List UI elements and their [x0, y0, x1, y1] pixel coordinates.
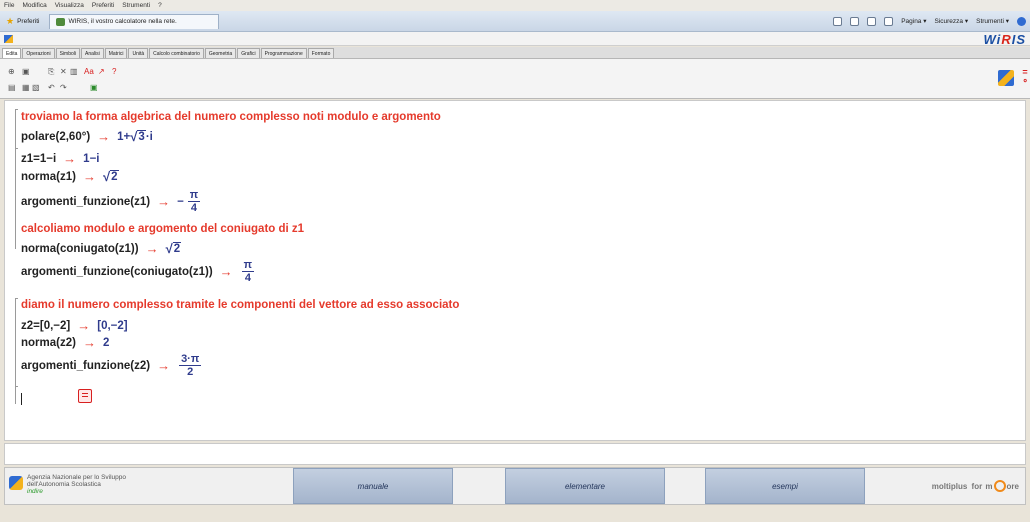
text-cursor — [21, 393, 22, 405]
tab-operazioni[interactable]: Operazioni — [22, 48, 55, 58]
tools-menu[interactable]: Strumenti ▾ — [976, 17, 1009, 25]
home-icon[interactable] — [833, 16, 843, 26]
tab-unita[interactable]: Unità — [128, 48, 149, 58]
redo-icon[interactable]: ↷ — [60, 83, 67, 92]
star-icon: ★ — [6, 15, 15, 26]
block-1b-bracket — [15, 148, 18, 248]
footer-bar: Agenzia Nazionale per lo Sviluppo dell'A… — [4, 467, 1026, 505]
expr-arg-z1[interactable]: argomenti_funzione(z1) → − π4 — [21, 189, 201, 214]
block-2-bracket — [15, 298, 18, 393]
copy-icon[interactable]: ⎘ — [48, 67, 54, 77]
menu-visualizza[interactable]: Visualizza — [55, 2, 84, 9]
browser-favorites-bar: ★ Preferiti WIRIS, il vostro calcolatore… — [0, 11, 1030, 32]
help-question-icon[interactable]: ? — [112, 67, 116, 76]
wiris-header: WiRIS — [0, 32, 1030, 47]
tab-formato[interactable]: Formato — [307, 48, 335, 58]
paste-icon[interactable]: ▥ — [70, 67, 78, 76]
copy-doc-icon[interactable]: ▧ — [32, 83, 40, 92]
mail-icon[interactable] — [867, 16, 877, 26]
page-icon — [56, 17, 66, 26]
wiris-toolbar: ⊕ ▣ ▤ ▦ ▧ ⎘ ✕ ▥ ↶ ↷ Aa ↗ ? ▣ = ∘ — [0, 59, 1030, 99]
wiris-small-icon — [4, 35, 13, 43]
wiris-logo: WiRIS — [983, 32, 1026, 47]
menu-preferiti[interactable]: Preferiti — [92, 2, 114, 9]
agency-line-3: indire — [27, 488, 43, 495]
browser-tab-title: WIRIS, il vostro calcolatore nella rete. — [68, 18, 177, 25]
help-icon[interactable] — [1017, 16, 1026, 26]
browser-tab[interactable]: WIRIS, il vostro calcolatore nella rete. — [49, 13, 220, 29]
save-icon[interactable]: ▣ — [22, 67, 30, 76]
esempi-button[interactable]: esempi — [705, 468, 865, 504]
wiris-tabs: Edita Operazioni Simboli Analisi Matrici… — [0, 47, 1030, 59]
wiris-document[interactable]: troviamo la forma algebrica del numero c… — [4, 100, 1026, 441]
undo-icon[interactable]: ↶ — [48, 83, 55, 92]
browser-menubar: File Modifica Visualizza Preferiti Strum… — [0, 0, 1030, 11]
security-menu[interactable]: Sicurezza ▾ — [935, 17, 969, 25]
comment-line-3: diamo il numero complesso tramite le com… — [21, 299, 460, 311]
favorites-button[interactable]: ★ Preferiti — [0, 16, 45, 27]
block-3-bracket — [15, 386, 18, 404]
elementare-button[interactable]: elementare — [505, 468, 665, 504]
menu-modifica[interactable]: Modifica — [22, 2, 46, 9]
window-bottom — [0, 507, 1030, 522]
favorites-label: Preferiti — [17, 17, 40, 25]
expr-polare[interactable]: polare(2,60°) → 1+ √ 3 ·i — [21, 129, 153, 144]
menu-strumenti[interactable]: Strumenti — [122, 2, 150, 9]
status-strip — [4, 443, 1026, 465]
open-icon[interactable]: ▤ — [8, 83, 16, 92]
tab-grafici[interactable]: Grafici — [237, 48, 260, 58]
print-doc-icon[interactable]: ▦ — [22, 83, 30, 92]
expr-arg-coniugato[interactable]: argomenti_funzione(coniugato(z1)) → π4 — [21, 259, 255, 284]
comment-line-2: calcoliamo modulo e argomento del coniug… — [21, 223, 305, 235]
ring-icon — [993, 480, 1006, 492]
agency-logo-icon — [9, 476, 23, 490]
wiris-cube-icon — [998, 70, 1014, 86]
agency-line-2: dell'Autonomia Scolastica — [27, 481, 101, 488]
comment-line-1: troviamo la forma algebrica del numero c… — [21, 111, 441, 123]
moltiplus-logo[interactable]: moltiplus for m ore — [932, 480, 1019, 492]
menu-file[interactable]: File — [4, 2, 14, 9]
page-menu[interactable]: Pagina ▾ — [901, 17, 926, 25]
cut-icon[interactable]: ✕ — [60, 67, 67, 76]
tab-geometria[interactable]: Geometria — [204, 48, 237, 58]
screen: File Modifica Visualizza Preferiti Strum… — [0, 0, 1030, 522]
evaluate-icon[interactable]: = ∘ — [1022, 68, 1028, 85]
expr-norma-coniugato[interactable]: norma(coniugato(z1)) → √ 2 — [21, 241, 182, 256]
resize-icon[interactable]: ↗ — [98, 67, 105, 76]
agency-line-1: Agenzia Nazionale per lo Sviluppo — [27, 474, 127, 481]
tab-programmazione[interactable]: Programmazione — [260, 48, 307, 58]
feeds-icon[interactable] — [850, 16, 860, 26]
new-icon[interactable]: ⊕ — [8, 67, 15, 76]
expr-norma-z1[interactable]: norma(z1) → √ 2 — [21, 169, 119, 184]
tab-matrici[interactable]: Matrici — [104, 48, 128, 58]
expr-z1[interactable]: z1=1−i → 1−i — [21, 151, 99, 166]
expr-norma-z2[interactable]: norma(z2) → 2 — [21, 335, 109, 350]
tab-edita[interactable]: Edita — [2, 48, 22, 58]
format-icon[interactable]: Aa — [84, 67, 94, 76]
tab-simboli[interactable]: Simboli — [55, 48, 80, 58]
tab-calcolo-combinatorio[interactable]: Calcolo combinatorio — [149, 48, 204, 58]
manuale-button[interactable]: manuale — [293, 468, 453, 504]
menu-help[interactable]: ? — [158, 2, 162, 9]
expr-z2[interactable]: z2=[0,−2] → [0,−2] — [21, 318, 128, 333]
agency-block[interactable]: Agenzia Nazionale per lo Sviluppo dell'A… — [5, 468, 290, 504]
insert-icon[interactable]: ▣ — [90, 83, 98, 92]
browser-command-bar: Pagina ▾ Sicurezza ▾ Strumenti ▾ — [833, 16, 1030, 26]
print-icon[interactable] — [884, 16, 894, 26]
calculate-button[interactable] — [78, 389, 92, 403]
expr-arg-z2[interactable]: argomenti_funzione(z2) → 3·π 2 — [21, 353, 202, 378]
tab-analisi[interactable]: Analisi — [81, 48, 104, 58]
